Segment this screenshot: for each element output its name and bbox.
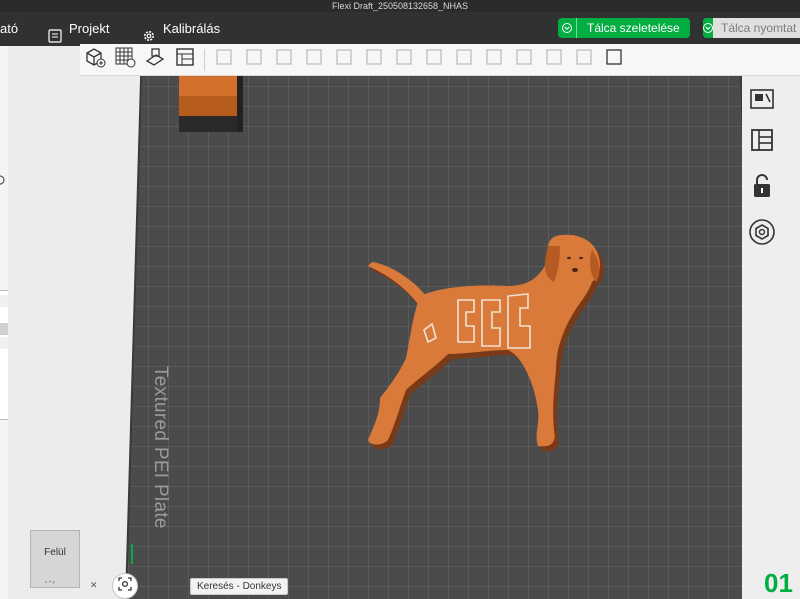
plate-layout-button[interactable] — [172, 47, 198, 73]
plate-layout-icon — [174, 46, 196, 73]
add-cube-button[interactable] — [82, 47, 108, 73]
gear-icon — [142, 22, 156, 41]
hex-nut-icon — [748, 218, 776, 251]
mesh-boolean-icon — [423, 46, 445, 73]
settings-nut-button[interactable] — [742, 216, 782, 252]
grid-arrange-icon — [114, 46, 136, 73]
rotate-button[interactable] — [241, 47, 267, 73]
close-view-cube-icon[interactable]: ✕ — [90, 580, 98, 591]
menu-item-project[interactable]: Projekt — [48, 12, 109, 46]
slice-plate-button[interactable]: Tálca szeletelése — [558, 18, 690, 38]
menu-item-cut[interactable]: ató — [0, 12, 18, 46]
close-button[interactable] — [571, 47, 597, 73]
3d-viewport[interactable]: Textured PEI Plate — [8, 46, 800, 599]
split-button[interactable] — [541, 47, 567, 73]
mesh-boolean-button[interactable] — [421, 47, 447, 73]
grid-arrange-button[interactable] — [112, 47, 138, 73]
rotate-icon — [243, 46, 265, 73]
emboss-button[interactable] — [451, 47, 477, 73]
recenter-view-button[interactable] — [112, 573, 138, 599]
unlock-icon — [748, 172, 776, 205]
view-cube[interactable]: Felül x ↗ y — [30, 530, 80, 588]
list-item[interactable] — [0, 323, 8, 335]
plate-layout-icon — [748, 126, 776, 159]
auto-arrange-button[interactable] — [742, 82, 782, 118]
window-title: Flexi Draft_250508132658_NHAS — [331, 1, 469, 11]
assembly-button[interactable] — [511, 47, 537, 73]
menu-item-calibration[interactable]: Kalibrálás — [142, 12, 220, 46]
print-plate-label: Tálca nyomtat — [721, 21, 797, 35]
cut-button[interactable] — [301, 47, 327, 73]
filament-swatch-object — [179, 76, 243, 132]
support-paint-button[interactable] — [331, 47, 357, 73]
toolbar-separator — [204, 48, 205, 71]
color-paint-button[interactable] — [391, 47, 417, 73]
measure-button[interactable] — [481, 47, 507, 73]
auto-arrange-icon — [748, 84, 776, 117]
move-icon — [213, 46, 235, 73]
cut-icon — [303, 46, 325, 73]
color-paint-icon — [393, 46, 415, 73]
menu-bar: ató Projekt Kalibrálás Tálca szeletelése… — [0, 12, 800, 46]
view-cube-face-label: Felül — [44, 547, 66, 558]
plate-layout-button[interactable] — [742, 124, 782, 160]
seam-paint-icon — [363, 46, 385, 73]
chevron-down-icon[interactable] — [558, 18, 577, 38]
print-plate-button[interactable]: Tálca nyomtat — [703, 18, 800, 38]
settings-icon — [603, 46, 625, 73]
lock-toggle-button[interactable] — [742, 170, 782, 206]
right-toolbar — [742, 76, 800, 599]
seam-paint-button[interactable] — [361, 47, 387, 73]
search-tooltip: Keresés - Donkeys — [190, 578, 289, 595]
view-cube-axis-hint: x ↗ y — [45, 579, 55, 584]
scale-button[interactable] — [271, 47, 297, 73]
menu-item-cut-label: ató — [0, 21, 19, 36]
auto-orient-icon — [144, 46, 166, 73]
object-list[interactable] — [0, 290, 8, 420]
assembly-icon — [513, 46, 535, 73]
window-titlebar: Flexi Draft_250508132658_NHAS — [0, 0, 800, 12]
camera-focus-icon — [117, 576, 133, 597]
sidebar-gear-icon[interactable] — [0, 172, 6, 188]
auto-orient-button[interactable] — [142, 47, 168, 73]
plate-label: Textured PEI Plate — [150, 366, 171, 529]
emboss-icon — [453, 46, 475, 73]
measure-icon — [483, 46, 505, 73]
menu-item-project-label: Projekt — [69, 21, 110, 36]
build-plate-scene[interactable] — [8, 46, 800, 599]
menu-item-calibration-label: Kalibrálás — [163, 21, 221, 36]
move-button[interactable] — [211, 47, 237, 73]
project-icon — [48, 22, 62, 43]
split-icon — [543, 46, 565, 73]
close-icon — [573, 46, 595, 73]
settings-button[interactable] — [601, 47, 627, 73]
slice-plate-label: Tálca szeletelése — [587, 21, 680, 35]
list-item[interactable] — [0, 337, 8, 349]
scale-icon — [273, 46, 295, 73]
top-toolbar — [80, 44, 800, 76]
chevron-down-icon[interactable] — [703, 18, 713, 38]
list-item[interactable] — [0, 295, 8, 307]
plate-number[interactable]: 01 — [764, 568, 793, 599]
support-paint-icon — [333, 46, 355, 73]
add-cube-icon — [84, 46, 106, 73]
